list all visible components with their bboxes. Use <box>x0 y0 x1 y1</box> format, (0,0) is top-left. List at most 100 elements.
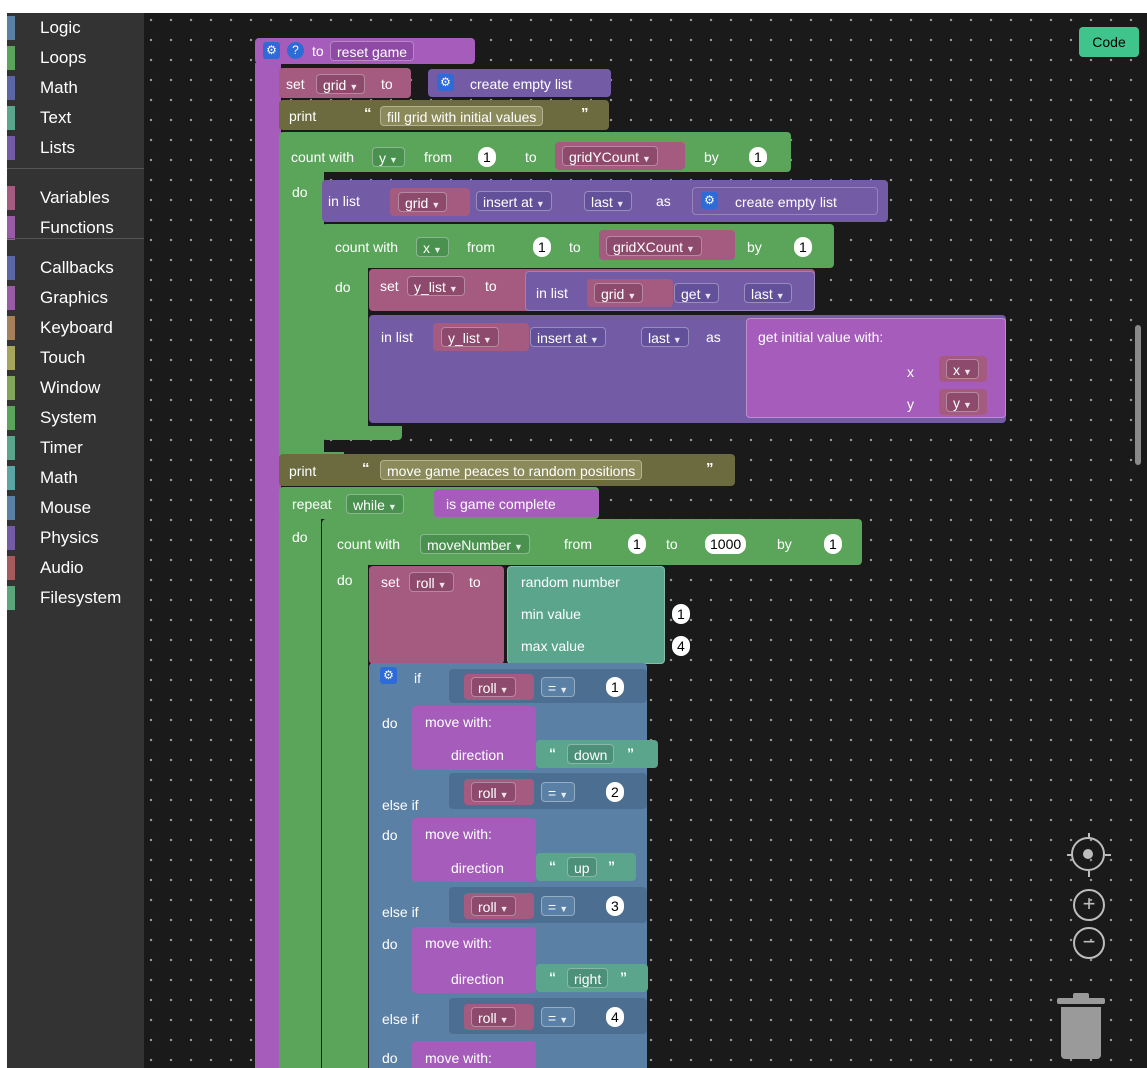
x-variable-dropdown[interactable]: x ▼ <box>416 237 449 257</box>
from-number-field[interactable]: 1 <box>533 237 551 257</box>
toolbox-category-lists[interactable]: Lists <box>7 133 144 163</box>
dropdown-arrow-icon: ▼ <box>963 367 972 377</box>
roll-variable-dropdown[interactable]: roll ▼ <box>471 782 516 802</box>
toolbox-category-callbacks[interactable]: Callbacks <box>7 253 144 283</box>
toolbox-category-physics[interactable]: Physics <box>7 523 144 553</box>
dropdown-arrow-icon: ▼ <box>642 154 651 164</box>
y-list-variable-dropdown[interactable]: y_list ▼ <box>407 276 465 296</box>
set-label: set <box>381 574 400 590</box>
text-right-field[interactable]: right <box>567 968 609 988</box>
roll-variable-dropdown[interactable]: roll ▼ <box>471 677 516 697</box>
toolbox-category-math[interactable]: Math <box>7 463 144 493</box>
x-variable-dropdown[interactable]: x ▼ <box>946 359 979 379</box>
toolbox-category-keyboard[interactable]: Keyboard <box>7 313 144 343</box>
equals-dropdown[interactable]: = ▼ <box>541 677 576 697</box>
toolbox-category-math[interactable]: Math <box>7 73 144 103</box>
movenumber-variable-dropdown[interactable]: moveNumber ▼ <box>420 534 530 554</box>
last-dropdown[interactable]: last ▼ <box>584 191 632 211</box>
last-label: last <box>591 194 613 210</box>
toolbox-category-logic[interactable]: Logic <box>7 13 144 43</box>
get-initial-value-label: get initial value with: <box>758 328 883 346</box>
toolbox-category-timer[interactable]: Timer <box>7 433 144 463</box>
insert-at-dropdown[interactable]: insert at ▼ <box>530 327 606 347</box>
gear-icon[interactable]: ⚙ <box>380 667 397 684</box>
toolbox-category-loops[interactable]: Loops <box>7 43 144 73</box>
while-dropdown[interactable]: while ▼ <box>346 494 404 514</box>
grid-variable-dropdown[interactable]: grid ▼ <box>398 192 448 212</box>
workspace-scrollbar[interactable] <box>1135 325 1141 465</box>
get-initial-value-text: get initial value <box>758 329 851 345</box>
equals-dropdown[interactable]: = ▼ <box>541 782 576 802</box>
from-number-field[interactable]: 1 <box>478 147 496 167</box>
compare-number-field[interactable]: 3 <box>606 896 624 916</box>
category-label: Physics <box>40 528 99 547</box>
trash-can-icon[interactable] <box>1057 993 1107 1063</box>
insert-at-dropdown[interactable]: insert at ▼ <box>476 191 552 211</box>
gear-icon[interactable]: ⚙ <box>701 192 718 209</box>
y-variable-dropdown[interactable]: y ▼ <box>946 392 979 412</box>
code-button[interactable]: Code <box>1079 27 1139 57</box>
equals-dropdown[interactable]: = ▼ <box>541 896 576 916</box>
roll-variable-dropdown[interactable]: roll ▼ <box>471 1007 516 1027</box>
min-value-field[interactable]: 1 <box>672 604 690 624</box>
zoom-out-icon[interactable]: − <box>1073 927 1105 959</box>
category-color-swatch <box>7 436 15 460</box>
get-dropdown[interactable]: get ▼ <box>674 283 720 303</box>
toolbox-category-system[interactable]: System <box>7 403 144 433</box>
max-value-field[interactable]: 4 <box>672 636 690 656</box>
quote-close-icon: ” <box>581 105 589 122</box>
gear-icon[interactable]: ⚙ <box>263 42 280 59</box>
roll-variable-dropdown[interactable]: roll ▼ <box>409 572 454 592</box>
by-number-field[interactable]: 1 <box>794 237 812 257</box>
gridycount-variable-dropdown[interactable]: gridYCount ▼ <box>562 146 658 166</box>
gear-icon[interactable]: ⚙ <box>437 74 454 91</box>
recenter-icon[interactable] <box>1067 833 1111 877</box>
dropdown-arrow-icon: ▼ <box>431 200 441 210</box>
last-dropdown[interactable]: last ▼ <box>641 327 689 347</box>
last-dropdown[interactable]: last ▼ <box>744 283 792 303</box>
category-label: Functions <box>40 218 114 237</box>
max-value-label: max value <box>521 638 585 654</box>
compare-number-field[interactable]: 1 <box>606 677 624 697</box>
grid-variable-dropdown[interactable]: grid ▼ <box>594 283 644 303</box>
toolbox-category-mouse[interactable]: Mouse <box>7 493 144 523</box>
toolbox-category-window[interactable]: Window <box>7 373 144 403</box>
block-workspace[interactable]: ⚙ ? to reset game set grid ▼ to ⚙ create … <box>144 13 1147 1068</box>
last-label: last <box>751 286 773 302</box>
grid-variable-dropdown[interactable]: grid ▼ <box>316 74 366 94</box>
dropdown-arrow-icon: ▼ <box>349 82 359 92</box>
text-string-field[interactable]: move game peaces to random positions <box>380 460 643 480</box>
from-number-field[interactable]: 1 <box>628 534 646 554</box>
do-label: do <box>335 279 351 295</box>
repeat-while-spine <box>279 518 321 1068</box>
text-string-field[interactable]: fill grid with initial values <box>380 106 544 126</box>
zoom-in-icon[interactable]: + <box>1073 889 1105 921</box>
equals-dropdown[interactable]: = ▼ <box>541 1007 576 1027</box>
y-list-variable-dropdown[interactable]: y_list ▼ <box>441 327 499 347</box>
toolbox-category-audio[interactable]: Audio <box>7 553 144 583</box>
toolbox-category-graphics[interactable]: Graphics <box>7 283 144 313</box>
y-variable-dropdown[interactable]: y ▼ <box>372 147 405 167</box>
compare-number-field[interactable]: 2 <box>606 782 624 802</box>
compare-number-field[interactable]: 4 <box>606 1007 624 1027</box>
toolbox-category-variables[interactable]: Variables <box>7 183 144 213</box>
toolbox-category-text[interactable]: Text <box>7 103 144 133</box>
toolbox-category-touch[interactable]: Touch <box>7 343 144 373</box>
toolbox-separator <box>7 168 144 169</box>
by-number-field[interactable]: 1 <box>824 534 842 554</box>
min-value-label: min value <box>521 606 581 622</box>
gridxcount-variable-dropdown[interactable]: gridXCount ▼ <box>606 236 702 256</box>
text-up-field[interactable]: up <box>567 857 597 877</box>
text-down-field[interactable]: down <box>567 744 615 764</box>
toolbox-category-filesystem[interactable]: Filesystem <box>7 583 144 613</box>
move-text: move <box>425 1050 460 1066</box>
function-name-field[interactable]: reset game <box>330 41 415 61</box>
with-label: with: <box>463 714 492 730</box>
by-number-field[interactable]: 1 <box>749 147 767 167</box>
help-icon[interactable]: ? <box>287 42 304 59</box>
roll-variable-dropdown[interactable]: roll ▼ <box>471 896 516 916</box>
to-label: to <box>312 43 324 59</box>
dropdown-arrow-icon: ▼ <box>559 790 569 800</box>
to-number-field[interactable]: 1000 <box>705 534 747 554</box>
do-label: do <box>382 827 398 843</box>
